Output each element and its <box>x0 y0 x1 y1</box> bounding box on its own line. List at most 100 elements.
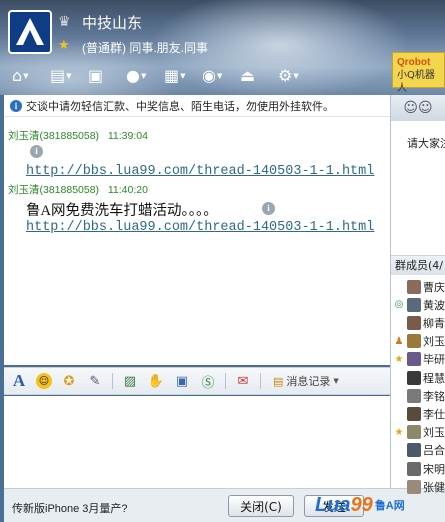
member-name: 宋明 <box>423 462 445 476</box>
message-icon[interactable]: ✉ <box>234 372 252 390</box>
divider <box>260 373 261 389</box>
member-avatar <box>407 315 421 330</box>
member-name: 毕研 <box>423 353 445 367</box>
sender-name: 刘玉清 <box>8 130 40 142</box>
star-icon: ★ <box>58 38 70 53</box>
title-bar: ♛ ★ 中技山东 (普通群) 同事.朋友.同事 ⌂ ▼ ▤ ▼ ▣ ● ▼ ▦ ▼ ◉ ▼… <box>0 0 445 95</box>
video-button[interactable]: ◉ ▼ <box>202 66 234 85</box>
message-link[interactable]: http://bbs.lua99.com/thread-140503-1-1.h… <box>26 164 374 179</box>
info-icon: i <box>10 99 22 112</box>
eject-button[interactable]: ⏏ <box>240 66 272 85</box>
log-icon: ▤ <box>273 374 284 388</box>
music-icon[interactable]: ▣ <box>173 372 191 390</box>
member-item[interactable]: 宋明 <box>393 460 445 477</box>
chat-history[interactable]: 刘玉清(381885058) 11:39:04 i http://bbs.lua… <box>4 117 390 365</box>
talk-button[interactable]: ● ▼ <box>126 66 158 85</box>
member-name: 吕合 <box>423 444 445 458</box>
disk-icon: ▣ <box>88 66 104 85</box>
members-header: 群成员(4/ <box>391 255 445 275</box>
a-logo-icon <box>16 18 44 45</box>
member-name: 刘玉 <box>423 426 445 440</box>
member-avatar <box>407 297 421 312</box>
message-time: 11:40:20 <box>107 184 148 196</box>
member-item[interactable]: ★ 毕研 <box>393 351 445 368</box>
right-panel: ☺☺ 请大家注意 群成员(4/ 曹庆 ◎ 黄波柳青 ♟ 刘玉 ★ 毕研程慧李铭李仕 ★ 刘玉吕合… <box>390 95 445 494</box>
message-input[interactable] <box>4 396 390 488</box>
member-name: 曹庆 <box>423 280 445 294</box>
member-item[interactable]: 程慧 <box>393 369 445 386</box>
member-avatar <box>407 406 421 421</box>
coin-icon[interactable]: Ⓢ <box>199 372 217 391</box>
member-name: 黄波 <box>423 298 445 312</box>
member-avatar <box>407 279 421 294</box>
members-tab[interactable]: ☺☺ <box>391 95 445 121</box>
message-header: 刘玉清(381885058) 11:40:20 <box>8 182 148 197</box>
group-announcement: 请大家注意 <box>407 137 445 150</box>
member-avatar <box>407 388 421 403</box>
settings-button[interactable]: ⚙ ▼ <box>278 66 310 85</box>
home-button[interactable]: ⌂ ▼ <box>12 66 44 85</box>
member-avatar <box>407 461 421 476</box>
eject-icon: ⏏ <box>240 66 256 85</box>
member-item[interactable]: ♟ 刘玉 <box>393 333 445 350</box>
sender-id: (381885058) <box>39 184 100 196</box>
member-avatar <box>407 443 421 458</box>
home-icon: ⌂ <box>12 66 23 85</box>
member-item[interactable]: 吕合 <box>393 442 445 459</box>
member-avatar <box>407 479 421 494</box>
member-name: 程慧 <box>423 371 445 385</box>
member-item[interactable]: 李仕 <box>393 405 445 422</box>
info-icon[interactable]: i <box>30 145 43 158</box>
owner-badge-icon: ♟ <box>394 335 404 347</box>
magic-face-icon[interactable]: ✪ <box>60 372 78 390</box>
member-avatar <box>407 425 421 440</box>
message-log-button[interactable]: ▤ 消息记录 ▼ <box>273 373 339 389</box>
member-name: 刘玉 <box>423 335 445 349</box>
admin-badge-icon: ★ <box>394 353 404 365</box>
gear-icon: ⚙ <box>278 66 293 85</box>
share-button[interactable]: ▤ ▼ <box>50 66 82 85</box>
member-item[interactable]: 李铭 <box>393 387 445 404</box>
notes-button[interactable]: ▦ ▼ <box>164 66 196 85</box>
member-name: 李仕 <box>423 407 445 421</box>
news-ticker[interactable]: 传新版iPhone 3月量产? <box>12 500 128 516</box>
people-icon: ☺☺ <box>403 100 433 116</box>
divider <box>225 373 226 389</box>
member-item[interactable]: ◎ 黄波 <box>393 296 445 313</box>
chevron-down-icon: ▼ <box>293 71 299 80</box>
qrobot-label: 小Q机器人 <box>397 70 435 94</box>
notice-text: 交谈中请勿轻信汇款、中奖信息、陌生电话，勿使用外挂软件。 <box>26 99 334 113</box>
group-description: (普通群) 同事.朋友.同事 <box>82 41 208 55</box>
group-avatar[interactable] <box>8 10 52 54</box>
crown-icon: ♛ <box>58 14 71 30</box>
member-item[interactable]: ★ 刘玉 <box>393 424 445 441</box>
group-name[interactable]: 中技山东 <box>82 12 142 33</box>
message-text: 鲁A网免费洗车打蜡活动。。。。 <box>26 203 218 219</box>
sender-id: (381885058) <box>39 130 100 142</box>
save-button[interactable]: ▣ <box>88 66 120 85</box>
member-name: 柳青 <box>423 316 445 330</box>
sender-name: 刘玉清 <box>8 184 40 196</box>
notes-icon: ▦ <box>164 66 180 85</box>
admin-badge-icon: ★ <box>394 426 404 438</box>
format-toolbar: A ☺ ✪ ✎ ▨ ✋ ▣ Ⓢ ✉ ▤ 消息记录 ▼ <box>4 367 390 395</box>
qrobot-brand: Qrobot <box>397 57 431 68</box>
member-item[interactable]: 柳青 <box>393 314 445 331</box>
chevron-down-icon: ▼ <box>140 71 147 80</box>
member-item[interactable]: 曹庆 <box>393 278 445 295</box>
watermark: Lua 99 鲁A网 <box>315 488 405 522</box>
chevron-down-icon: ▼ <box>333 377 339 385</box>
member-item[interactable]: 张健 <box>393 478 445 495</box>
message-link[interactable]: http://bbs.lua99.com/thread-140503-1-1.h… <box>26 220 374 235</box>
info-icon[interactable]: i <box>262 202 275 215</box>
message-time: 11:39:04 <box>107 130 148 142</box>
emoji-icon[interactable]: ☺ <box>36 373 52 389</box>
close-button[interactable]: 关闭(C) <box>228 495 294 517</box>
font-icon[interactable]: A <box>10 371 28 390</box>
shake-icon[interactable]: ✋ <box>147 372 165 390</box>
screenshot-icon[interactable]: ✎ <box>86 372 104 390</box>
qrobot-widget[interactable]: Qrobot 小Q机器人 <box>392 52 445 94</box>
image-icon[interactable]: ▨ <box>121 372 139 390</box>
message-header: 刘玉清(381885058) 11:39:04 <box>8 128 148 143</box>
message-log-label: 消息记录 <box>286 375 331 388</box>
